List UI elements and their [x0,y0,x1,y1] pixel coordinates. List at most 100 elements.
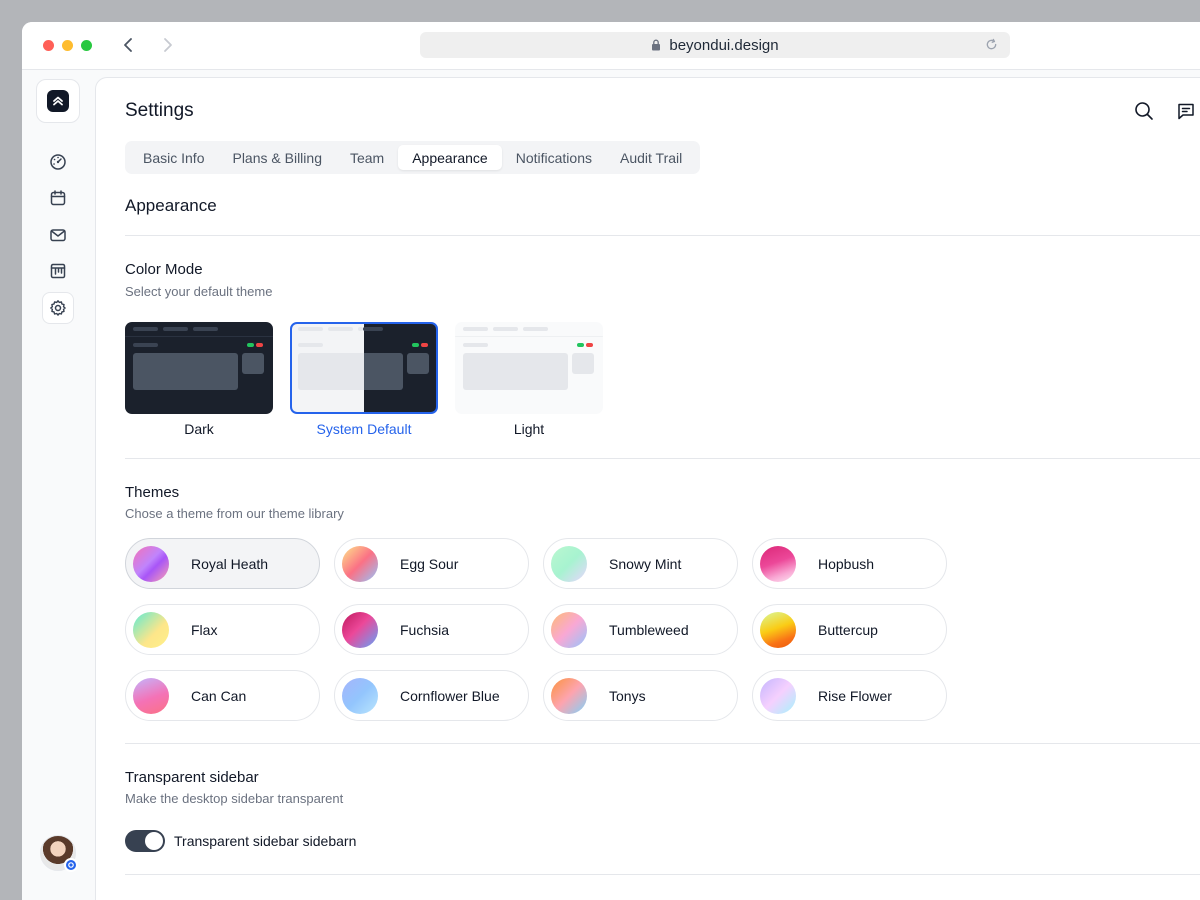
back-button[interactable] [118,35,138,55]
theme-swatch [760,611,796,648]
theme-name: Egg Sour [400,555,459,572]
theme-name: Can Can [191,687,247,704]
sidebar-item-board[interactable] [42,255,74,287]
settings-tabs: Basic Info Plans & Billing Team Appearan… [125,141,701,174]
browser-toolbar: beyondui.design [22,22,1200,70]
logo-icon [47,90,69,112]
theme-name: Tumbleweed [609,621,689,638]
color-mode-label: Dark [184,421,214,437]
divider [125,458,1200,459]
color-mode-label: System Default [316,421,412,437]
search-button[interactable] [1132,99,1156,123]
color-mode-label: Light [513,421,545,437]
theme-swatch [760,677,796,714]
theme-name: Tonys [609,687,646,704]
themes-subtitle: Chose a theme from our theme library [125,506,344,521]
minimize-window-button[interactable] [62,40,73,51]
messages-button[interactable] [1174,99,1198,123]
calendar-icon [50,190,66,206]
tab-team[interactable]: Team [336,145,398,170]
theme-egg-sour[interactable]: Egg Sour [334,538,529,589]
color-mode-subtitle: Select your default theme [125,284,273,299]
sidebar-item-settings[interactable] [42,292,74,324]
dark-mode-preview [125,322,273,414]
theme-swatch [551,677,587,714]
transparent-sidebar-toggle[interactable] [125,830,165,852]
theme-name: Flax [191,621,218,638]
theme-name: Rise Flower [818,687,892,704]
settings-icon [50,300,66,316]
theme-fuchsia[interactable]: Fuchsia [334,604,529,655]
theme-swatch [133,545,169,582]
transparent-sidebar-subtitle: Make the desktop sidebar transparent [125,791,344,806]
theme-swatch [760,545,796,582]
address-bar[interactable]: beyondui.design [420,32,1010,58]
theme-name: Hopbush [818,555,875,572]
theme-cornflower-blue[interactable]: Cornflower Blue [334,670,529,721]
divider [125,235,1200,236]
theme-swatch [342,611,378,648]
lock-icon [651,39,661,51]
divider [125,874,1200,875]
tab-basic-info[interactable]: Basic Info [129,145,218,170]
theme-snowy-mint[interactable]: Snowy Mint [543,538,738,589]
tab-appearance[interactable]: Appearance [398,145,502,170]
mail-icon [50,229,66,242]
sidebar [22,70,94,900]
theme-can-can[interactable]: Can Can [125,670,320,721]
theme-swatch [133,677,169,714]
theme-swatch [551,545,587,582]
browser-window: beyondui.design Settings Basic Info Plan… [22,22,1200,900]
tab-plans-billing[interactable]: Plans & Billing [218,145,336,170]
chevron-left-icon [124,38,132,52]
page-title: Settings [125,100,194,121]
theme-swatch [551,611,587,648]
light-mode-preview [455,322,603,414]
theme-buttercup[interactable]: Buttercup [752,604,947,655]
color-mode-light[interactable]: Light [455,322,603,437]
theme-name: Cornflower Blue [400,687,500,704]
url-text: beyondui.design [669,36,779,54]
sidebar-item-mail[interactable] [42,219,74,251]
chevron-right-icon [164,38,172,52]
theme-tonys[interactable]: Tonys [543,670,738,721]
tab-audit-trail[interactable]: Audit Trail [606,145,696,170]
gear-icon [68,862,74,868]
section-title: Appearance [125,196,217,215]
theme-name: Fuchsia [400,621,450,638]
theme-swatch [133,611,169,648]
search-icon [1135,102,1153,120]
themes-title: Themes [125,484,180,501]
status-badge [64,858,78,872]
color-mode-title: Color Mode [125,261,203,278]
dashboard-icon [50,154,66,170]
system-mode-preview [290,322,438,414]
theme-hopbush[interactable]: Hopbush [752,538,947,589]
theme-swatch [342,677,378,714]
maximize-window-button[interactable] [81,40,92,51]
toggle-knob [145,832,163,850]
transparent-sidebar-title: Transparent sidebar [125,769,259,786]
theme-name: Snowy Mint [609,555,682,572]
board-icon [50,263,66,279]
color-mode-system-default[interactable]: System Default [290,322,438,437]
chat-icon [1178,103,1194,120]
theme-name: Royal Heath [191,555,269,572]
app-shell: Settings Basic Info Plans & Billing Team… [22,70,1200,900]
theme-rise-flower[interactable]: Rise Flower [752,670,947,721]
theme-flax[interactable]: Flax [125,604,320,655]
forward-button[interactable] [158,35,178,55]
sidebar-item-dashboard[interactable] [42,146,74,178]
tab-notifications[interactable]: Notifications [502,145,606,170]
reload-icon[interactable] [985,38,998,51]
theme-tumbleweed[interactable]: Tumbleweed [543,604,738,655]
sidebar-item-calendar[interactable] [42,182,74,214]
close-window-button[interactable] [43,40,54,51]
theme-name: Buttercup [818,621,878,638]
theme-swatch [342,545,378,582]
app-logo[interactable] [36,79,80,123]
theme-royal-heath[interactable]: Royal Heath [125,538,320,589]
main-panel: Settings Basic Info Plans & Billing Team… [95,77,1200,900]
color-mode-dark[interactable]: Dark [125,322,273,437]
divider [125,743,1200,744]
